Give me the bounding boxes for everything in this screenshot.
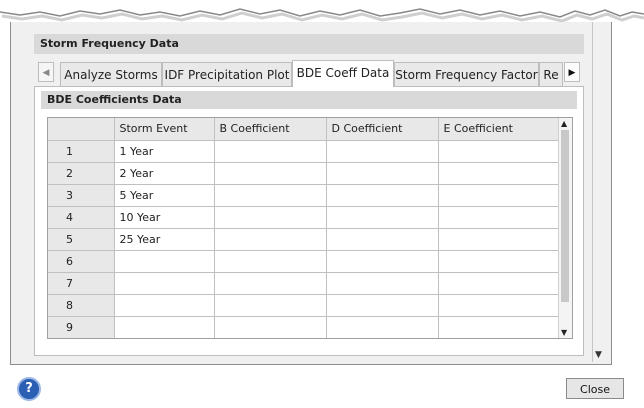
column-header[interactable]: B Coefficient	[214, 118, 327, 141]
close-button[interactable]: Close	[566, 378, 624, 399]
column-header[interactable]: D Coefficient	[326, 118, 439, 141]
cell-b-coefficient[interactable]	[214, 162, 327, 185]
tab-bde-coeff-data[interactable]: BDE Coeff Data	[292, 60, 394, 87]
outer-scrollbar[interactable]: ▼	[592, 22, 607, 362]
section-title: BDE Coefficients Data	[41, 91, 577, 109]
cell-d-coefficient[interactable]	[326, 316, 439, 338]
tab-analyze-storms[interactable]: Analyze Storms	[60, 62, 162, 86]
tab-partial[interactable]: Re	[539, 62, 563, 86]
cell-e-coefficient[interactable]	[438, 206, 562, 229]
cell-b-coefficient[interactable]	[214, 184, 327, 207]
table-row: 9	[48, 316, 562, 338]
header-row: Storm Event B Coefficient D Coefficient …	[48, 118, 562, 141]
cell-storm-event[interactable]: 10 Year	[114, 206, 215, 229]
table-row: 6	[48, 250, 562, 273]
cell-e-coefficient[interactable]	[438, 228, 562, 251]
cell-storm-event[interactable]: 1 Year	[114, 140, 215, 163]
table-row: 5 25 Year	[48, 228, 562, 251]
help-icon[interactable]: ?	[17, 377, 41, 401]
cell-e-coefficient[interactable]	[438, 140, 562, 163]
scroll-down-icon[interactable]: ▼	[561, 328, 567, 337]
cell-e-coefficient[interactable]	[438, 250, 562, 273]
row-number: 5	[48, 228, 115, 251]
row-number: 1	[48, 140, 115, 163]
cell-storm-event[interactable]: 5 Year	[114, 184, 215, 207]
cell-storm-event[interactable]	[114, 316, 215, 338]
cell-storm-event[interactable]: 25 Year	[114, 228, 215, 251]
cell-d-coefficient[interactable]	[326, 184, 439, 207]
cell-storm-event[interactable]	[114, 272, 215, 295]
row-number: 4	[48, 206, 115, 229]
row-number: 3	[48, 184, 115, 207]
cell-d-coefficient[interactable]	[326, 272, 439, 295]
cell-e-coefficient[interactable]	[438, 316, 562, 338]
row-number: 6	[48, 250, 115, 273]
cell-storm-event[interactable]: 2 Year	[114, 162, 215, 185]
cell-b-coefficient[interactable]	[214, 294, 327, 317]
table-row: 8	[48, 294, 562, 317]
cell-storm-event[interactable]	[114, 250, 215, 273]
panel-title: Storm Frequency Data	[34, 34, 584, 54]
chevron-right-icon[interactable]: ▶	[564, 62, 580, 82]
cell-e-coefficient[interactable]	[438, 294, 562, 317]
cell-b-coefficient[interactable]	[214, 140, 327, 163]
table-row: 35 Year	[48, 184, 562, 207]
grid-scrollbar[interactable]: ▲ ▼	[558, 118, 572, 338]
table-row: 22 Year	[48, 162, 562, 185]
column-header	[48, 118, 115, 141]
tab-idf-precipitation-plot[interactable]: IDF Precipitation Plot	[162, 62, 292, 86]
row-number: 9	[48, 316, 115, 338]
row-number: 8	[48, 294, 115, 317]
tab-content: BDE Coefficients Data Storm Event B Coef…	[34, 86, 584, 356]
cell-e-coefficient[interactable]	[438, 272, 562, 295]
column-header[interactable]: E Coefficient	[438, 118, 562, 141]
scroll-down-icon[interactable]: ▼	[595, 350, 602, 360]
scroll-up-icon[interactable]: ▲	[561, 119, 567, 128]
chevron-left-icon[interactable]: ◀	[38, 62, 54, 82]
cell-b-coefficient[interactable]	[214, 250, 327, 273]
row-number: 7	[48, 272, 115, 295]
scrollbar-thumb[interactable]	[561, 130, 569, 302]
row-number: 2	[48, 162, 115, 185]
cell-e-coefficient[interactable]	[438, 162, 562, 185]
cell-b-coefficient[interactable]	[214, 206, 327, 229]
table-row: 11 Year	[48, 140, 562, 163]
table-row: 4 10 Year	[48, 206, 562, 229]
cell-e-coefficient[interactable]	[438, 184, 562, 207]
cell-b-coefficient[interactable]	[214, 228, 327, 251]
cell-d-coefficient[interactable]	[326, 162, 439, 185]
cell-d-coefficient[interactable]	[326, 228, 439, 251]
table-row: 7	[48, 272, 562, 295]
cell-d-coefficient[interactable]	[326, 140, 439, 163]
cell-d-coefficient[interactable]	[326, 206, 439, 229]
column-header[interactable]: Storm Event	[114, 118, 215, 141]
cell-b-coefficient[interactable]	[214, 272, 327, 295]
bde-coefficients-grid: Storm Event B Coefficient D Coefficient …	[47, 117, 573, 339]
cell-d-coefficient[interactable]	[326, 294, 439, 317]
data-table: Storm Event B Coefficient D Coefficient …	[48, 118, 562, 338]
tab-strip: ◀ Analyze Storms IDF Precipitation Plot …	[38, 60, 582, 87]
cell-b-coefficient[interactable]	[214, 316, 327, 338]
tab-storm-frequency-factor[interactable]: Storm Frequency Factor	[394, 62, 539, 86]
cell-storm-event[interactable]	[114, 294, 215, 317]
cell-d-coefficient[interactable]	[326, 250, 439, 273]
